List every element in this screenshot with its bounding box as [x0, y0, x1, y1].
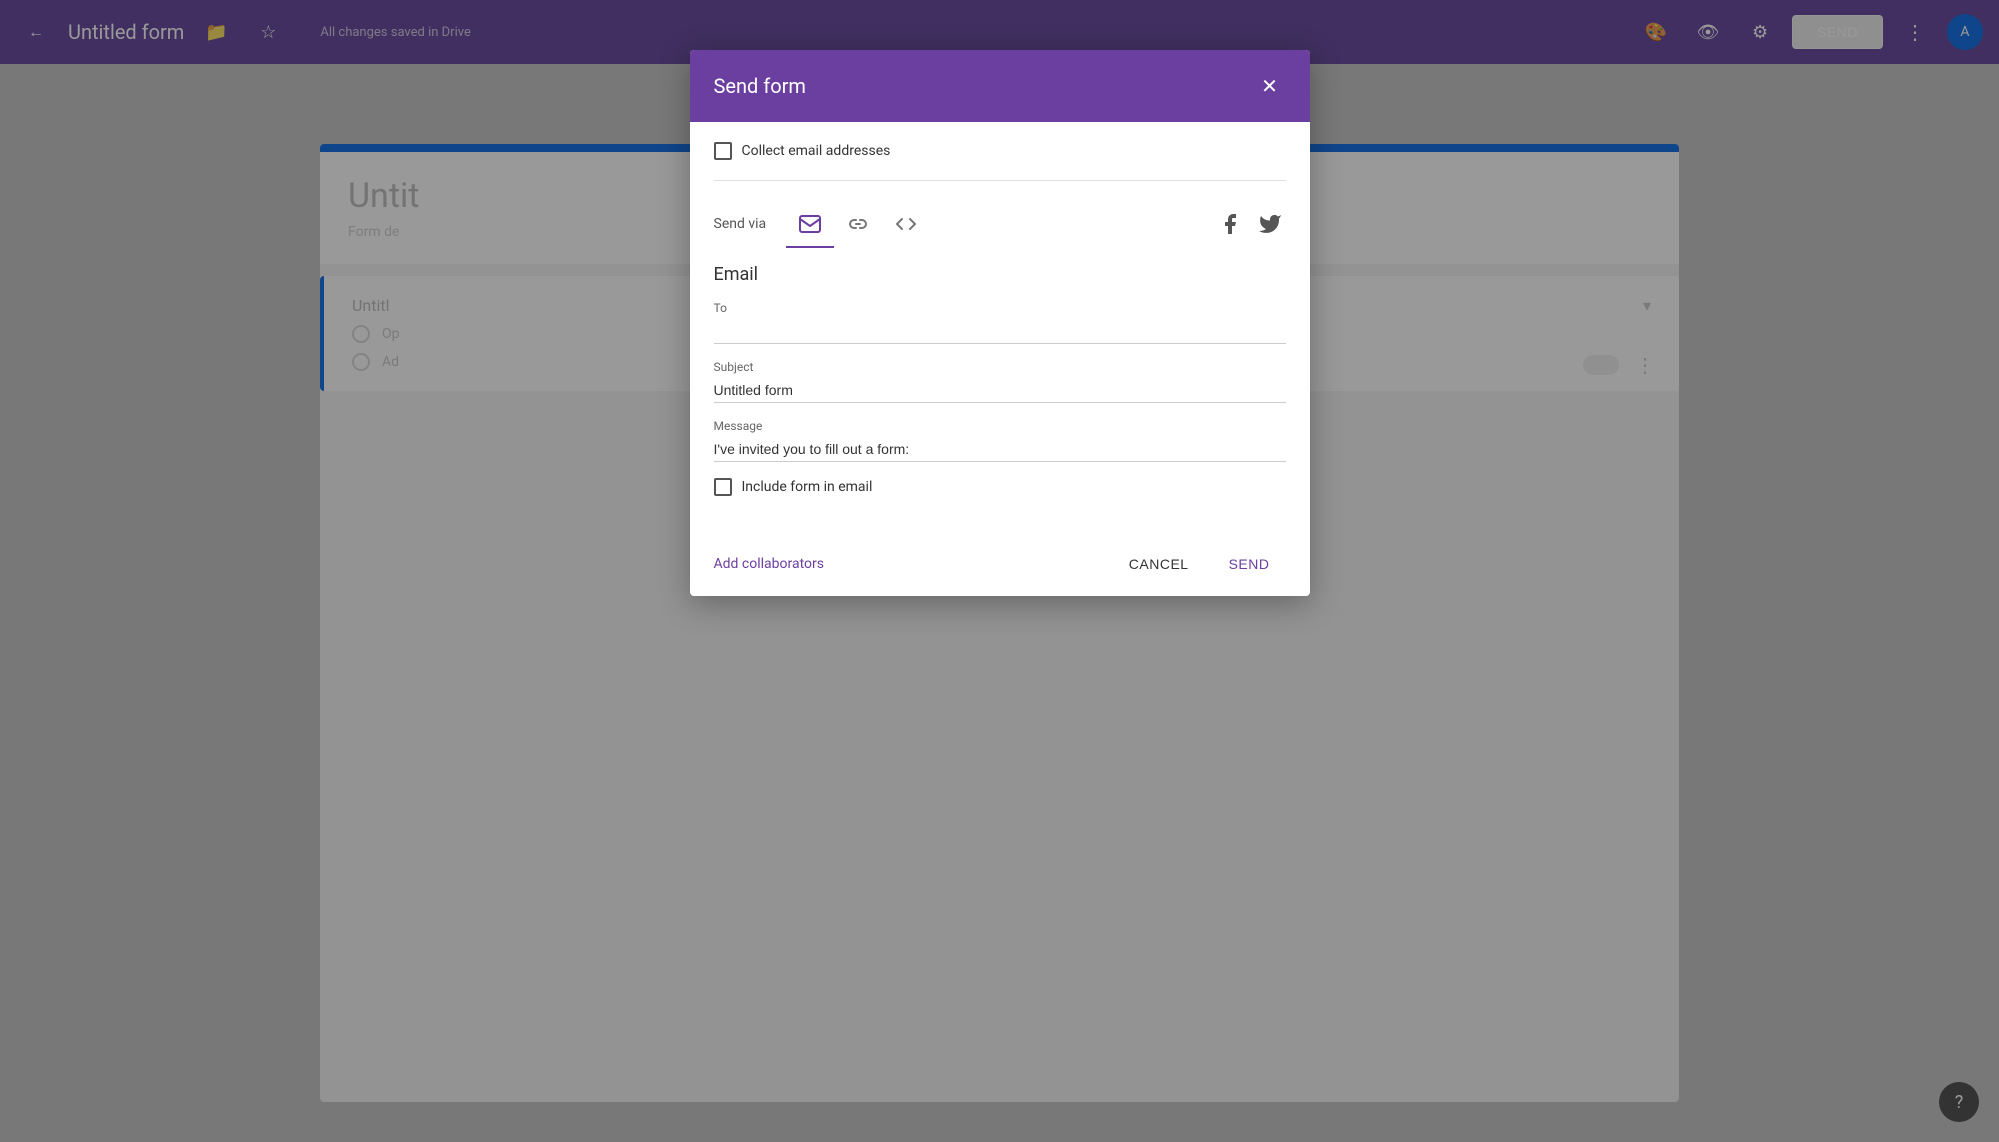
- to-label: To: [714, 301, 1286, 315]
- to-field-row: To: [714, 301, 1286, 344]
- dialog-body: Collect email addresses Send via: [690, 122, 1310, 540]
- dialog-close-button[interactable]: ✕: [1254, 70, 1286, 102]
- email-section-title: Email: [714, 264, 1286, 285]
- subject-input[interactable]: [714, 378, 1286, 403]
- send-button[interactable]: SEND: [1213, 548, 1286, 580]
- tab-embed[interactable]: [882, 200, 930, 248]
- include-form-checkbox[interactable]: [714, 478, 732, 496]
- dialog-header: Send form ✕: [690, 50, 1310, 122]
- send-form-dialog: Send form ✕ Collect email addresses Send…: [690, 50, 1310, 596]
- facebook-icon[interactable]: [1214, 208, 1246, 240]
- message-field-row: Message: [714, 419, 1286, 462]
- message-input[interactable]: [714, 437, 1286, 462]
- to-input[interactable]: [714, 319, 1286, 344]
- subject-label: Subject: [714, 360, 1286, 374]
- collect-email-checkbox[interactable]: [714, 142, 732, 160]
- send-via-row: Send via: [714, 200, 1286, 248]
- footer-buttons: CANCEL SEND: [1113, 548, 1286, 580]
- collect-email-label: Collect email addresses: [742, 143, 891, 159]
- send-via-label: Send via: [714, 216, 767, 232]
- add-collaborators-link[interactable]: Add collaborators: [714, 556, 824, 572]
- send-via-tabs: [786, 200, 930, 248]
- divider-1: [714, 180, 1286, 181]
- twitter-icon[interactable]: [1254, 208, 1286, 240]
- cancel-button[interactable]: CANCEL: [1113, 548, 1205, 580]
- include-form-row: Include form in email: [714, 478, 1286, 496]
- subject-field-row: Subject: [714, 360, 1286, 403]
- social-share: [1214, 208, 1286, 240]
- message-label: Message: [714, 419, 1286, 433]
- include-form-label: Include form in email: [742, 479, 873, 495]
- dialog-footer: Add collaborators CANCEL SEND: [690, 540, 1310, 596]
- tab-email[interactable]: [786, 200, 834, 248]
- dialog-title: Send form: [714, 74, 806, 98]
- collect-email-row: Collect email addresses: [714, 142, 1286, 160]
- tab-link[interactable]: [834, 200, 882, 248]
